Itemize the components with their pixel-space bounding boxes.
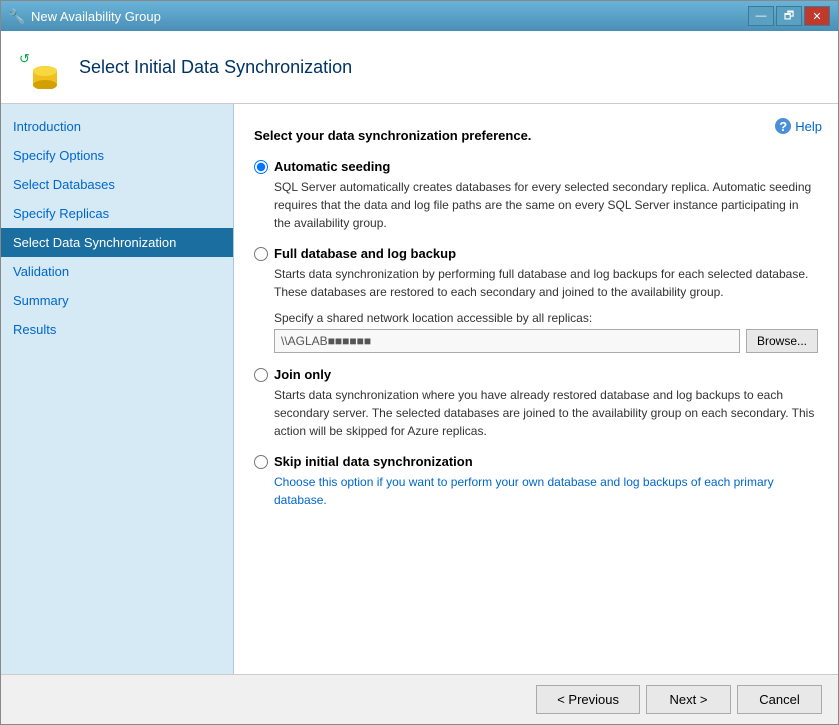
automatic-seeding-desc: SQL Server automatically creates databas…: [274, 178, 818, 232]
sidebar-item-results[interactable]: Results: [1, 315, 233, 344]
close-button[interactable]: ✕: [804, 6, 830, 26]
content-area: ? Help Select your data synchronization …: [234, 104, 838, 674]
network-location-row: Browse...: [274, 329, 818, 353]
header-icon: ↺: [17, 43, 65, 91]
section-instruction: Select your data synchronization prefere…: [254, 128, 818, 143]
browse-button[interactable]: Browse...: [746, 329, 818, 353]
network-location-label: Specify a shared network location access…: [274, 311, 818, 325]
option-skip-sync-label: Skip initial data synchronization: [254, 454, 818, 469]
skip-sync-title[interactable]: Skip initial data synchronization: [274, 454, 473, 469]
title-bar-left: 🔧 New Availability Group: [9, 8, 161, 24]
sidebar-item-summary[interactable]: Summary: [1, 286, 233, 315]
automatic-seeding-radio[interactable]: [254, 160, 268, 174]
footer: < Previous Next > Cancel: [1, 674, 838, 724]
sidebar-item-introduction[interactable]: Introduction: [1, 112, 233, 141]
network-location-input[interactable]: [274, 329, 740, 353]
window-title: New Availability Group: [31, 9, 161, 24]
sidebar-item-specify-replicas[interactable]: Specify Replicas: [1, 199, 233, 228]
sidebar-item-select-data-sync[interactable]: Select Data Synchronization: [1, 228, 233, 257]
automatic-seeding-title[interactable]: Automatic seeding: [274, 159, 390, 174]
header-title: Select Initial Data Synchronization: [79, 57, 352, 78]
network-location-section: Specify a shared network location access…: [274, 311, 818, 353]
option-full-backup: Full database and log backup Starts data…: [254, 246, 818, 353]
sidebar-item-specify-options[interactable]: Specify Options: [1, 141, 233, 170]
sidebar-item-validation[interactable]: Validation: [1, 257, 233, 286]
option-full-backup-label: Full database and log backup: [254, 246, 818, 261]
window-icon: 🔧: [9, 8, 25, 24]
help-link[interactable]: ? Help: [775, 118, 822, 134]
option-automatic-seeding-label: Automatic seeding: [254, 159, 818, 174]
restore-button[interactable]: 🗗: [776, 6, 802, 26]
full-backup-title[interactable]: Full database and log backup: [274, 246, 456, 261]
database-icon: ↺: [19, 45, 63, 89]
minimize-button[interactable]: —: [748, 6, 774, 26]
header-area: ↺ Select Initial Data Synchronization: [1, 31, 838, 104]
help-icon: ?: [775, 118, 791, 134]
skip-sync-radio[interactable]: [254, 455, 268, 469]
svg-text:↺: ↺: [19, 51, 30, 66]
join-only-title[interactable]: Join only: [274, 367, 331, 382]
previous-button[interactable]: < Previous: [536, 685, 640, 714]
title-bar: 🔧 New Availability Group — 🗗 ✕: [1, 1, 838, 31]
option-join-only-label: Join only: [254, 367, 818, 382]
main-area: Introduction Specify Options Select Data…: [1, 104, 838, 674]
option-join-only: Join only Starts data synchronization wh…: [254, 367, 818, 440]
option-automatic-seeding: Automatic seeding SQL Server automatical…: [254, 159, 818, 232]
full-backup-desc: Starts data synchronization by performin…: [274, 265, 818, 301]
next-button[interactable]: Next >: [646, 685, 731, 714]
skip-sync-desc: Choose this option if you want to perfor…: [274, 473, 818, 509]
cancel-button[interactable]: Cancel: [737, 685, 822, 714]
sidebar: Introduction Specify Options Select Data…: [1, 104, 234, 674]
title-bar-buttons: — 🗗 ✕: [748, 6, 830, 26]
main-window: 🔧 New Availability Group — 🗗 ✕ ↺ Select …: [0, 0, 839, 725]
join-only-desc: Starts data synchronization where you ha…: [274, 386, 818, 440]
join-only-radio[interactable]: [254, 368, 268, 382]
full-backup-radio[interactable]: [254, 247, 268, 261]
option-skip-sync: Skip initial data synchronization Choose…: [254, 454, 818, 509]
sidebar-item-select-databases[interactable]: Select Databases: [1, 170, 233, 199]
